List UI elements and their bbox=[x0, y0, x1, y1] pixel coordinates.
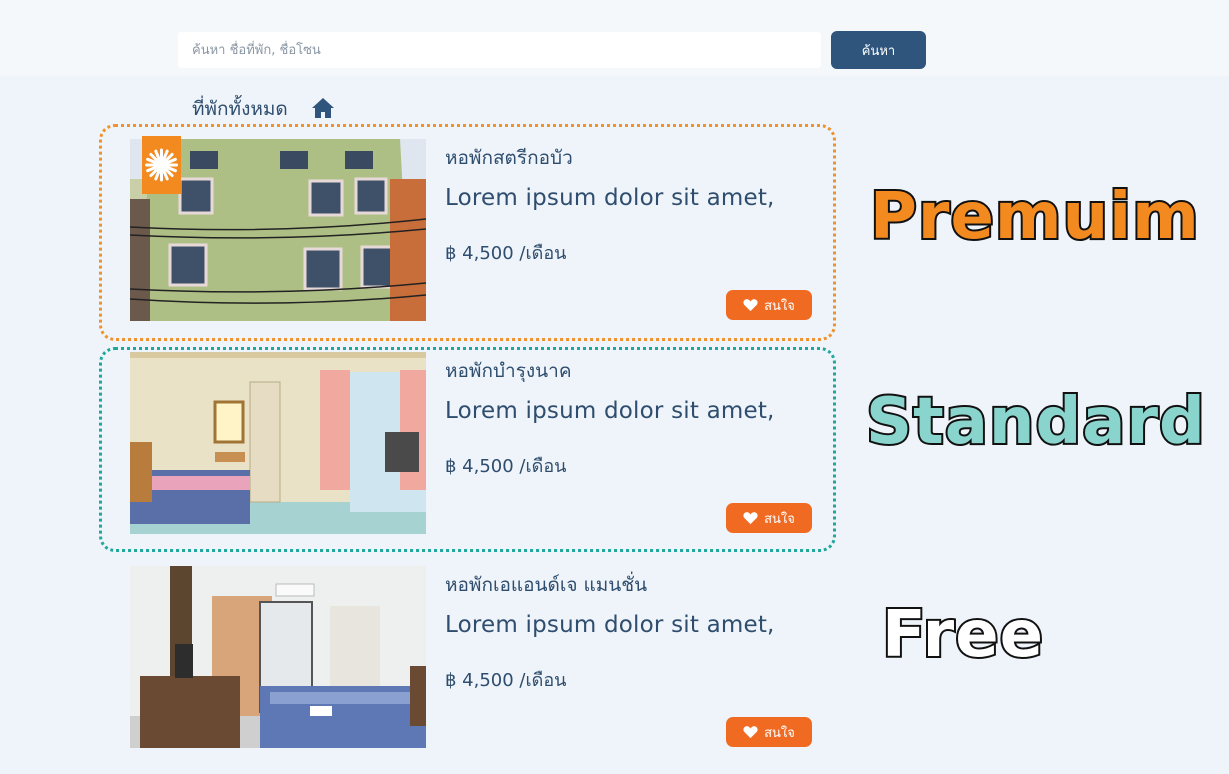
listing-title[interactable]: หอพักสตรีกอบัว bbox=[445, 143, 573, 173]
listing-price: ฿ 4,500 /เดือน bbox=[445, 670, 567, 691]
listing-description: Lorem ipsum dolor sit amet, bbox=[445, 612, 775, 638]
listing-price: ฿ 4,500 /เดือน bbox=[445, 243, 567, 264]
tier-label-free: Free bbox=[880, 596, 1045, 674]
interest-button[interactable]: สนใจ bbox=[726, 290, 812, 320]
premium-badge-icon bbox=[142, 136, 181, 194]
listing-card[interactable]: หอพักเอแอนด์เจ แมนชั่น Lorem ipsum dolor… bbox=[130, 566, 820, 748]
listing-title[interactable]: หอพักเอแอนด์เจ แมนชั่น bbox=[445, 570, 647, 600]
listing-card[interactable]: หอพักบำรุงนาค Lorem ipsum dolor sit amet… bbox=[130, 352, 820, 534]
listing-description: Lorem ipsum dolor sit amet, bbox=[445, 185, 775, 211]
listing-photo[interactable] bbox=[130, 566, 426, 748]
listing-photo[interactable] bbox=[130, 352, 426, 534]
heart-icon bbox=[743, 512, 758, 525]
interest-button[interactable]: สนใจ bbox=[726, 717, 812, 747]
interest-label: สนใจ bbox=[764, 298, 795, 314]
home-icon[interactable] bbox=[311, 97, 335, 119]
tier-label-premium: Premuim bbox=[868, 178, 1201, 256]
heart-icon bbox=[743, 726, 758, 739]
interest-label: สนใจ bbox=[764, 511, 795, 527]
search-button[interactable]: ค้นหา bbox=[831, 31, 926, 69]
search-input[interactable] bbox=[178, 32, 821, 68]
listing-card[interactable]: หอพักสตรีกอบัว Lorem ipsum dolor sit ame… bbox=[130, 136, 820, 321]
tier-label-standard: Standard bbox=[864, 383, 1207, 461]
page-title: ที่พักทั้งหมด bbox=[192, 98, 288, 120]
listing-price: ฿ 4,500 /เดือน bbox=[445, 456, 567, 477]
interest-button[interactable]: สนใจ bbox=[726, 503, 812, 533]
heart-icon bbox=[743, 299, 758, 312]
listing-title[interactable]: หอพักบำรุงนาค bbox=[445, 356, 572, 386]
listing-description: Lorem ipsum dolor sit amet, bbox=[445, 398, 775, 424]
interest-label: สนใจ bbox=[764, 725, 795, 741]
